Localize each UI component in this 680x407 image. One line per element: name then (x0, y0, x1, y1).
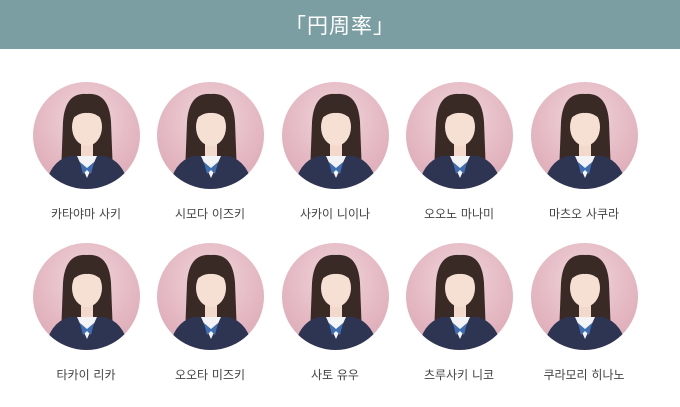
member-portrait (542, 93, 627, 189)
member-name: 타카이 리카 (56, 368, 116, 382)
member-photo[interactable] (405, 243, 513, 350)
member-portrait (44, 254, 129, 350)
member-photo[interactable] (530, 82, 638, 189)
member-card[interactable]: 시모다 이즈키 (148, 82, 272, 232)
member-name: 마츠오 사쿠라 (548, 207, 620, 221)
member-card[interactable]: 츠루사키 니코 (397, 243, 521, 393)
member-card[interactable]: 마츠오 사쿠라 (522, 82, 646, 232)
member-photo[interactable] (530, 243, 638, 350)
member-photo[interactable] (405, 82, 513, 189)
member-portrait (542, 254, 627, 350)
member-portrait (417, 254, 502, 350)
member-card[interactable]: 쿠라모리 히나노 (522, 243, 646, 393)
member-card[interactable]: 사카이 니이나 (273, 82, 397, 232)
member-card[interactable]: 카타야마 사키 (24, 82, 148, 232)
member-portrait (417, 93, 502, 189)
member-photo[interactable] (156, 82, 264, 189)
member-card[interactable]: 오오노 마나미 (397, 82, 521, 232)
member-grid: 카타야마 사키 시모다 이즈키 사카이 니이나 오오노 마나미 마츠오 사쿠라 … (0, 0, 680, 407)
member-photo[interactable] (32, 82, 140, 189)
member-name: 쿠라모리 히나노 (543, 368, 625, 382)
member-photo[interactable] (281, 82, 389, 189)
member-name: 사카이 니이나 (299, 207, 371, 221)
member-name: 사토 유우 (311, 368, 359, 382)
member-name: 시모다 이즈키 (174, 207, 246, 221)
member-name: 오오노 마나미 (423, 207, 495, 221)
member-photo[interactable] (32, 243, 140, 350)
member-name: 카타야마 사키 (50, 207, 122, 221)
member-portrait (293, 93, 378, 189)
member-name: 오오타 미즈키 (174, 368, 246, 382)
member-portrait (168, 254, 253, 350)
member-card[interactable]: 사토 유우 (273, 243, 397, 393)
member-portrait (293, 254, 378, 350)
member-card[interactable]: 타카이 리카 (24, 243, 148, 393)
member-card[interactable]: 오오타 미즈키 (148, 243, 272, 393)
member-photo[interactable] (156, 243, 264, 350)
member-photo[interactable] (281, 243, 389, 350)
member-portrait (44, 93, 129, 189)
member-name: 츠루사키 니코 (423, 368, 495, 382)
member-portrait (168, 93, 253, 189)
